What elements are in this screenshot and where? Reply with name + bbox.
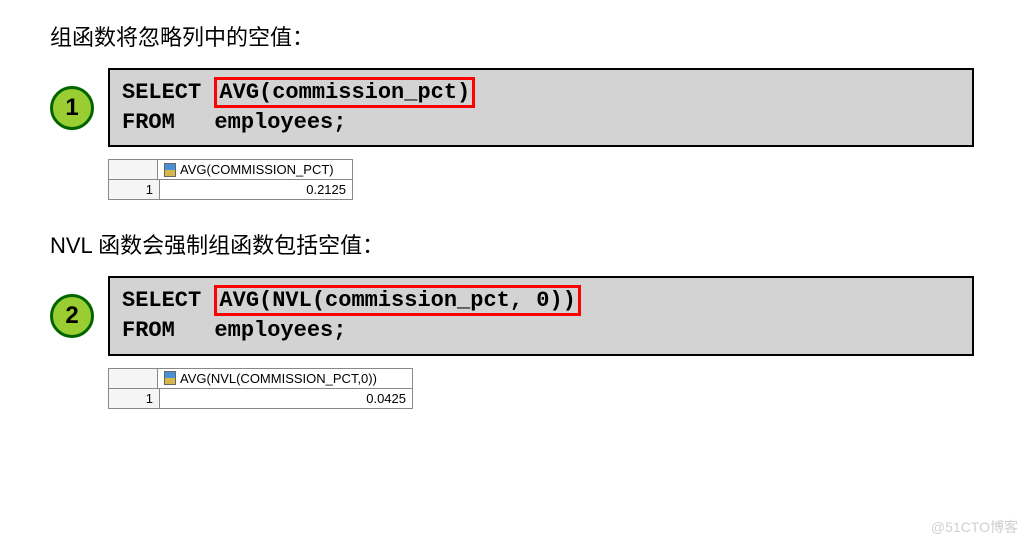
code-post: FROM employees; [122, 110, 346, 135]
codeblock-row-1: 1 SELECT AVG(commission_pct) FROM employ… [50, 68, 974, 147]
column-header-label: AVG(NVL(COMMISSION_PCT,0)) [180, 371, 377, 386]
table-row: 1 0.2125 [109, 180, 352, 199]
heading-1: 组函数将忽略列中的空值： [50, 20, 974, 52]
column-header: AVG(NVL(COMMISSION_PCT,0)) [158, 369, 410, 388]
table-header: AVG(COMMISSION_PCT) [109, 160, 352, 180]
code-post: FROM employees; [122, 318, 346, 343]
rownum-header [109, 160, 158, 179]
column-header-label: AVG(COMMISSION_PCT) [180, 162, 334, 177]
step-badge-2: 2 [50, 294, 94, 338]
rownum-header [109, 369, 158, 388]
column-type-icon [164, 163, 176, 177]
step-badge-1: 1 [50, 86, 94, 130]
column-header: AVG(COMMISSION_PCT) [158, 160, 350, 179]
table-header: AVG(NVL(COMMISSION_PCT,0)) [109, 369, 412, 389]
value-cell: 0.0425 [160, 389, 412, 408]
code-pre: SELECT [122, 80, 214, 105]
heading-2: NVL 函数会强制组函数包括空值： [50, 228, 974, 260]
result-table-2: AVG(NVL(COMMISSION_PCT,0)) 1 0.0425 [108, 368, 413, 409]
column-type-icon [164, 371, 176, 385]
sql-code-1: SELECT AVG(commission_pct) FROM employee… [108, 68, 974, 147]
code-highlight-1: AVG(commission_pct) [214, 77, 475, 108]
sql-code-2: SELECT AVG(NVL(commission_pct, 0)) FROM … [108, 276, 974, 355]
watermark: @51CTO博客 [931, 517, 1018, 537]
result-table-1: AVG(COMMISSION_PCT) 1 0.2125 [108, 159, 353, 200]
table-row: 1 0.0425 [109, 389, 412, 408]
value-cell: 0.2125 [160, 180, 352, 199]
code-pre: SELECT [122, 288, 214, 313]
codeblock-row-2: 2 SELECT AVG(NVL(commission_pct, 0)) FRO… [50, 276, 974, 355]
rownum-cell: 1 [109, 180, 160, 199]
rownum-cell: 1 [109, 389, 160, 408]
code-highlight-2: AVG(NVL(commission_pct, 0)) [214, 285, 580, 316]
